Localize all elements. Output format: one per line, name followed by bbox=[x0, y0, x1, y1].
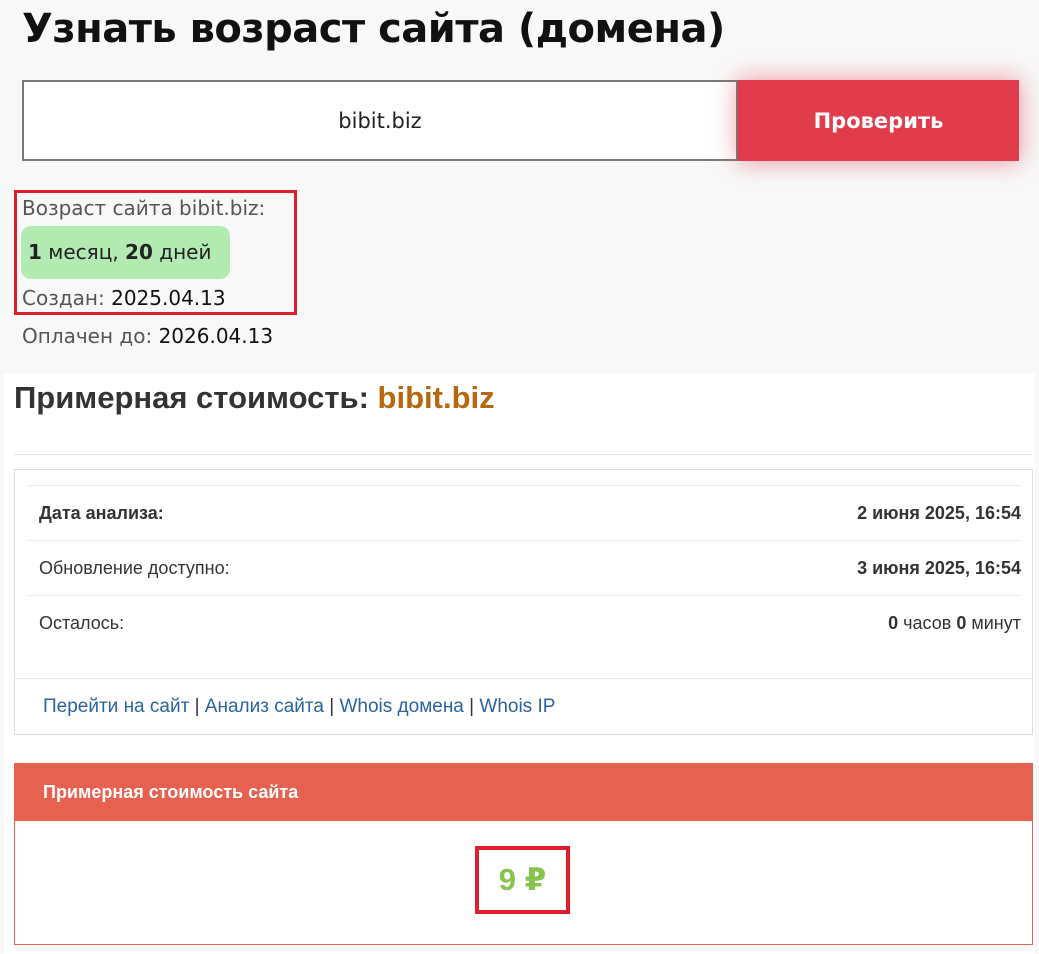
remaining-hours-word: часов bbox=[903, 613, 952, 633]
remaining-value: 0 часов 0 минут bbox=[888, 613, 1021, 634]
links-divider bbox=[15, 678, 1032, 679]
update-available-value: 3 июня 2025, 16:54 bbox=[857, 558, 1021, 579]
check-button[interactable]: Проверить bbox=[738, 80, 1019, 161]
analysis-date-label: Дата анализа: bbox=[39, 503, 164, 523]
page-title: Узнать возраст сайта (домена) bbox=[22, 6, 725, 52]
remaining-label: Осталось: bbox=[39, 613, 125, 633]
link-separator: | bbox=[329, 696, 335, 717]
link-separator: | bbox=[469, 696, 475, 717]
paid-label: Оплачен до: bbox=[22, 324, 153, 348]
link-visit-site[interactable]: Перейти на сайт bbox=[43, 696, 189, 717]
remaining-minutes-word: минут bbox=[971, 613, 1021, 633]
paid-line: Оплачен до: 2026.04.13 bbox=[22, 324, 273, 348]
valuation-domain: bibit.biz bbox=[377, 380, 495, 415]
update-available-label: Обновление доступно: bbox=[39, 558, 230, 578]
link-site-analysis[interactable]: Анализ сайта bbox=[205, 696, 324, 717]
search-row: Проверить bbox=[22, 80, 1019, 161]
link-separator: | bbox=[194, 696, 200, 717]
update-available-text: 3 июня 2025, 16:54 bbox=[857, 558, 1021, 578]
valuation-title: Примерная стоимость: bibit.biz bbox=[14, 380, 495, 416]
age-days-number: 20 bbox=[125, 240, 153, 264]
links-bar: Перейти на сайт | Анализ сайта | Whois д… bbox=[43, 696, 555, 718]
analysis-date-row: Дата анализа: 2 июня 2025, 16:54 bbox=[29, 485, 1021, 541]
link-whois-ip[interactable]: Whois IP bbox=[479, 696, 555, 717]
update-available-row: Обновление доступно: 3 июня 2025, 16:54 bbox=[29, 540, 1021, 596]
title-divider bbox=[14, 454, 1032, 455]
price-card: Примерная стоимость сайта 9 ₽ bbox=[14, 763, 1033, 945]
remaining-minutes-number: 0 bbox=[956, 613, 967, 633]
age-label: Возраст сайта bibit.biz: bbox=[22, 196, 266, 220]
price-value: 9 ₽ bbox=[475, 846, 570, 914]
valuation-title-prefix: Примерная стоимость: bbox=[14, 380, 369, 415]
link-whois-domain[interactable]: Whois домена bbox=[339, 696, 463, 717]
analysis-date-text: 2 июня 2025, 16:54 bbox=[857, 503, 1021, 523]
created-label: Создан: bbox=[22, 286, 105, 310]
price-header: Примерная стоимость сайта bbox=[15, 764, 1032, 821]
created-line: Создан: 2025.04.13 bbox=[22, 286, 226, 310]
age-months-word: месяц, bbox=[48, 240, 119, 264]
paid-value: 2026.04.13 bbox=[158, 324, 274, 348]
age-months-number: 1 bbox=[28, 240, 42, 264]
domain-input[interactable] bbox=[22, 80, 738, 161]
analysis-date-value: 2 июня 2025, 16:54 bbox=[857, 503, 1021, 524]
age-badge: 1 месяц, 20 дней bbox=[21, 226, 230, 279]
age-days-word: дней bbox=[159, 240, 212, 264]
analysis-info-card: Дата анализа: 2 июня 2025, 16:54 Обновле… bbox=[14, 469, 1033, 735]
remaining-hours-number: 0 bbox=[888, 613, 899, 633]
created-value: 2025.04.13 bbox=[111, 286, 226, 310]
remaining-row: Осталось: 0 часов 0 минут bbox=[29, 595, 1021, 651]
